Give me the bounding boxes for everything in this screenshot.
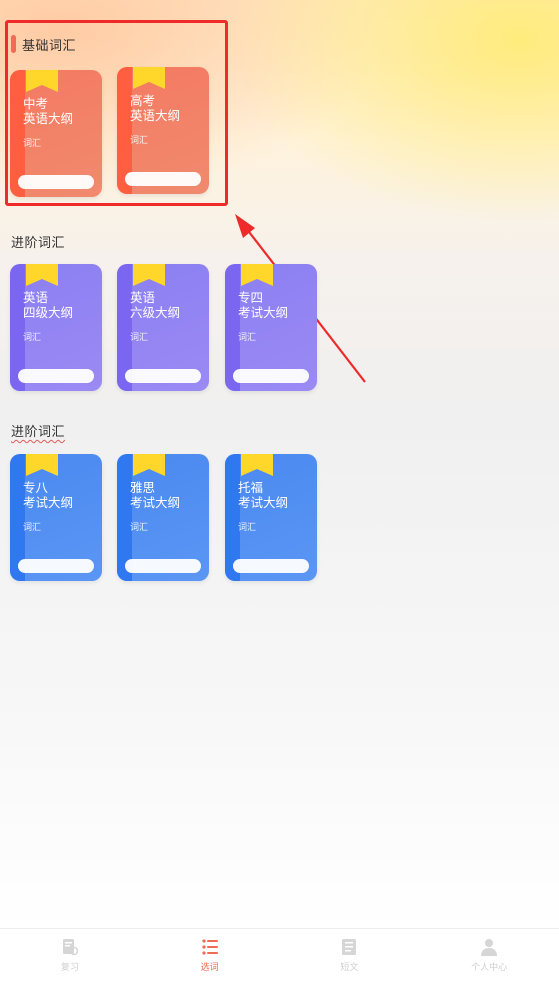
book-title: 雅思 考试大纲 (130, 480, 181, 510)
list-icon (202, 939, 218, 955)
book-title: 专八 考试大纲 (23, 480, 74, 510)
book-subtitle: 词汇 (23, 523, 42, 533)
tab-select-words[interactable]: 选词 (140, 929, 280, 981)
bookmark-ribbon-icon (133, 454, 165, 476)
book-card-cet6[interactable]: 英语 六级大纲 词汇 (117, 264, 209, 391)
user-icon (481, 939, 498, 956)
bookmark-ribbon-icon (241, 454, 273, 476)
book-title: 托福 考试大纲 (238, 480, 289, 510)
book-card-tem8[interactable]: 专八 考试大纲 词汇 (10, 454, 102, 581)
review-icon (62, 939, 79, 956)
tab-articles[interactable]: 短文 (280, 929, 420, 981)
tab-label: 选词 (200, 963, 219, 973)
bottom-tab-bar: 复习 选词 短文 个人中心 (0, 928, 559, 981)
tab-profile[interactable]: 个人中心 (419, 929, 559, 981)
bookmark-ribbon-icon (26, 454, 58, 476)
tab-review[interactable]: 复习 (0, 929, 140, 981)
book-subtitle: 词汇 (238, 333, 257, 343)
book-title: 专四 考试大纲 (238, 290, 289, 320)
book-card-cet4[interactable]: 英语 四级大纲 词汇 (10, 264, 102, 391)
section-title-advanced: 进阶词汇 (11, 236, 66, 251)
book-progress-bar (125, 559, 201, 573)
section-title-advanced-2: 进阶词汇 (11, 425, 66, 440)
book-progress-bar (18, 369, 94, 383)
book-title: 英语 六级大纲 (130, 290, 181, 320)
book-subtitle: 词汇 (23, 333, 42, 343)
bookmark-ribbon-icon (133, 264, 165, 286)
book-title: 英语 四级大纲 (23, 290, 74, 320)
book-card-ielts[interactable]: 雅思 考试大纲 词汇 (117, 454, 209, 581)
book-progress-bar (233, 369, 309, 383)
book-subtitle: 词汇 (130, 523, 149, 533)
book-card-toefl[interactable]: 托福 考试大纲 词汇 (225, 454, 317, 581)
book-progress-bar (18, 559, 94, 573)
book-subtitle: 词汇 (130, 333, 149, 343)
book-progress-bar (233, 559, 309, 573)
tab-label: 短文 (340, 963, 359, 973)
book-subtitle: 词汇 (238, 523, 257, 533)
book-progress-bar (125, 369, 201, 383)
tab-label: 复习 (60, 963, 79, 973)
book-card-tem4[interactable]: 专四 考试大纲 词汇 (225, 264, 317, 391)
arrow-head (235, 214, 255, 238)
bookmark-ribbon-icon (26, 264, 58, 286)
bookmark-ribbon-icon (241, 264, 273, 286)
highlight-rectangle (5, 20, 228, 206)
tab-label: 个人中心 (471, 963, 508, 973)
article-icon (342, 939, 357, 955)
